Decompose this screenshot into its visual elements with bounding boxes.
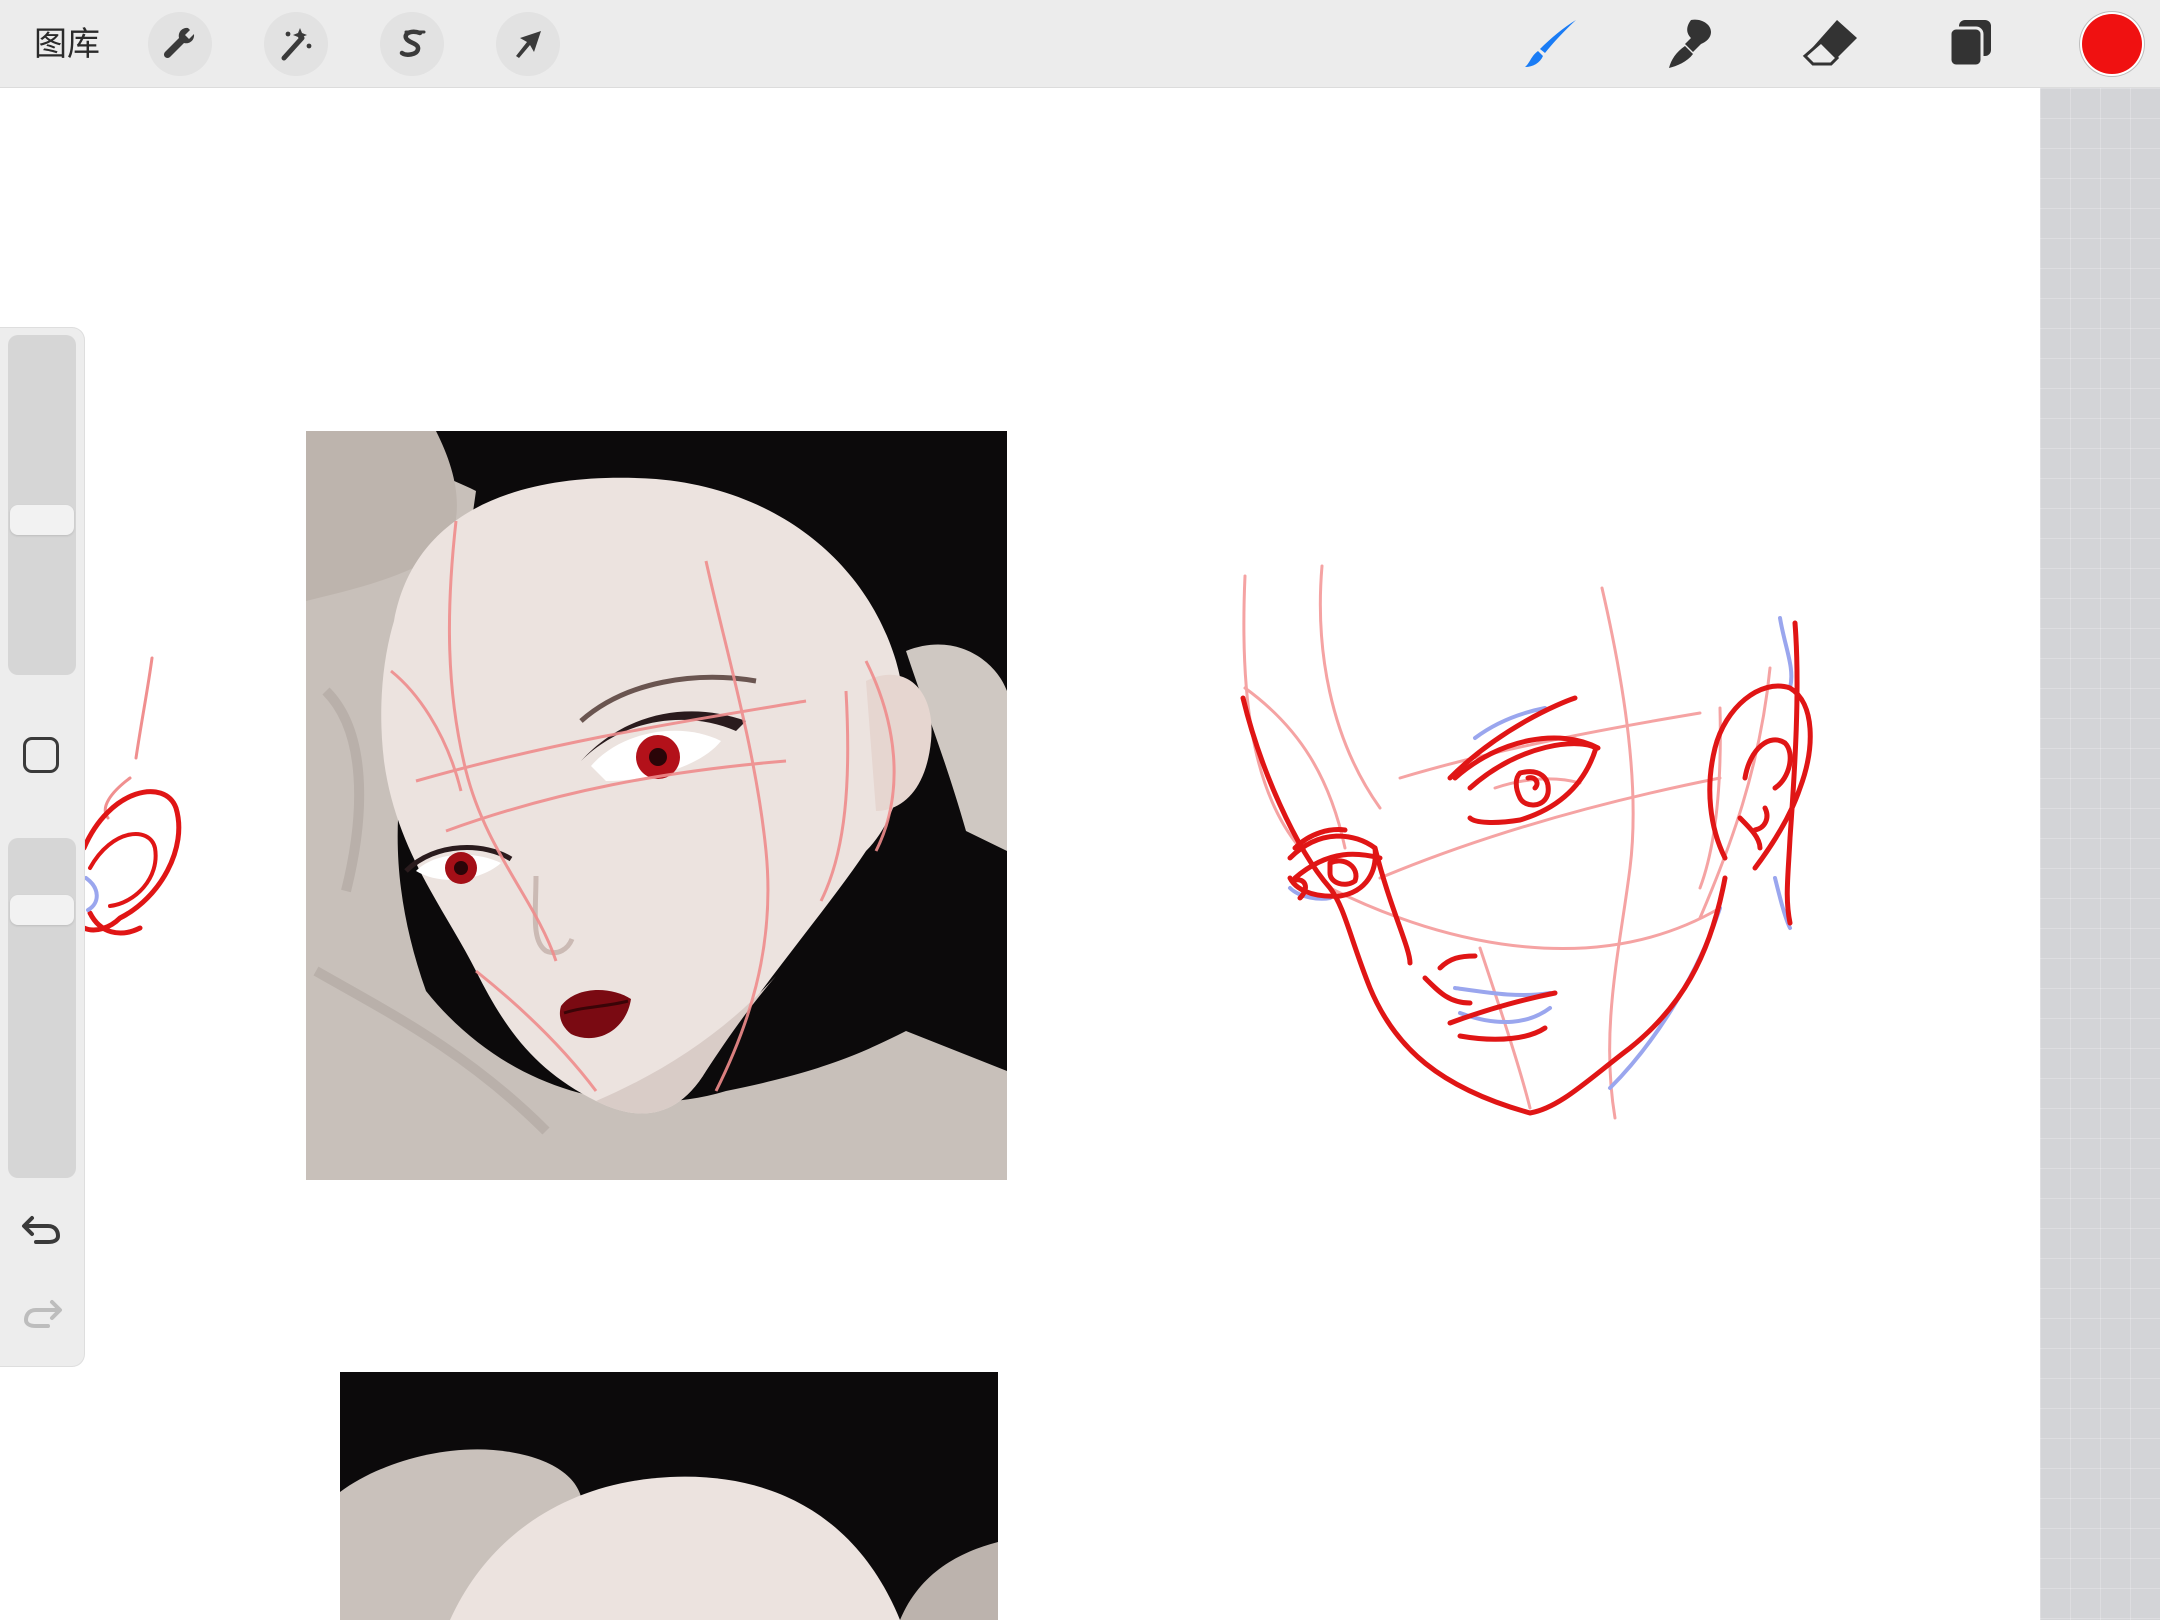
wrench-icon — [163, 27, 195, 59]
redo-icon — [23, 1300, 62, 1328]
canvas-gutter — [2040, 88, 2160, 1620]
layers-button[interactable] — [1938, 14, 2004, 74]
selection-s-icon — [399, 29, 426, 57]
undo-button[interactable] — [20, 1208, 64, 1248]
gallery-button[interactable]: 图库 — [34, 20, 100, 68]
adjustments-button[interactable] — [264, 12, 328, 76]
opacity-slider[interactable] — [8, 838, 76, 1178]
undo-icon — [22, 1216, 61, 1244]
eraser-icon — [1802, 20, 1857, 66]
modify-button[interactable] — [23, 737, 59, 773]
arrow-cursor-icon — [516, 31, 541, 58]
ear-sketch-left — [81, 656, 182, 936]
brush-size-slider[interactable] — [8, 335, 76, 675]
color-picker-button[interactable] — [2082, 14, 2142, 74]
brush-size-thumb[interactable] — [10, 505, 74, 536]
redo-button[interactable] — [20, 1292, 64, 1332]
modify-square-icon — [26, 740, 56, 770]
face-sketch — [1240, 564, 1813, 1120]
selection-button[interactable] — [380, 12, 444, 76]
drawing-canvas[interactable] — [0, 88, 2040, 1620]
smudge-tool-button[interactable] — [1658, 14, 1724, 74]
transform-button[interactable] — [496, 12, 560, 76]
sketch-layer — [81, 564, 1813, 1120]
top-toolbar: 图库 — [0, 0, 2160, 88]
smudge-icon — [1669, 19, 1711, 68]
layers-icon — [1948, 20, 1991, 68]
eraser-tool-button[interactable] — [1798, 14, 1864, 74]
actions-button[interactable] — [148, 12, 212, 76]
brush-tool-button[interactable] — [1518, 14, 1584, 74]
left-sidebar — [0, 328, 84, 1366]
brush-icon — [1525, 20, 1576, 67]
magic-wand-icon — [281, 28, 312, 61]
opacity-thumb[interactable] — [10, 895, 74, 926]
